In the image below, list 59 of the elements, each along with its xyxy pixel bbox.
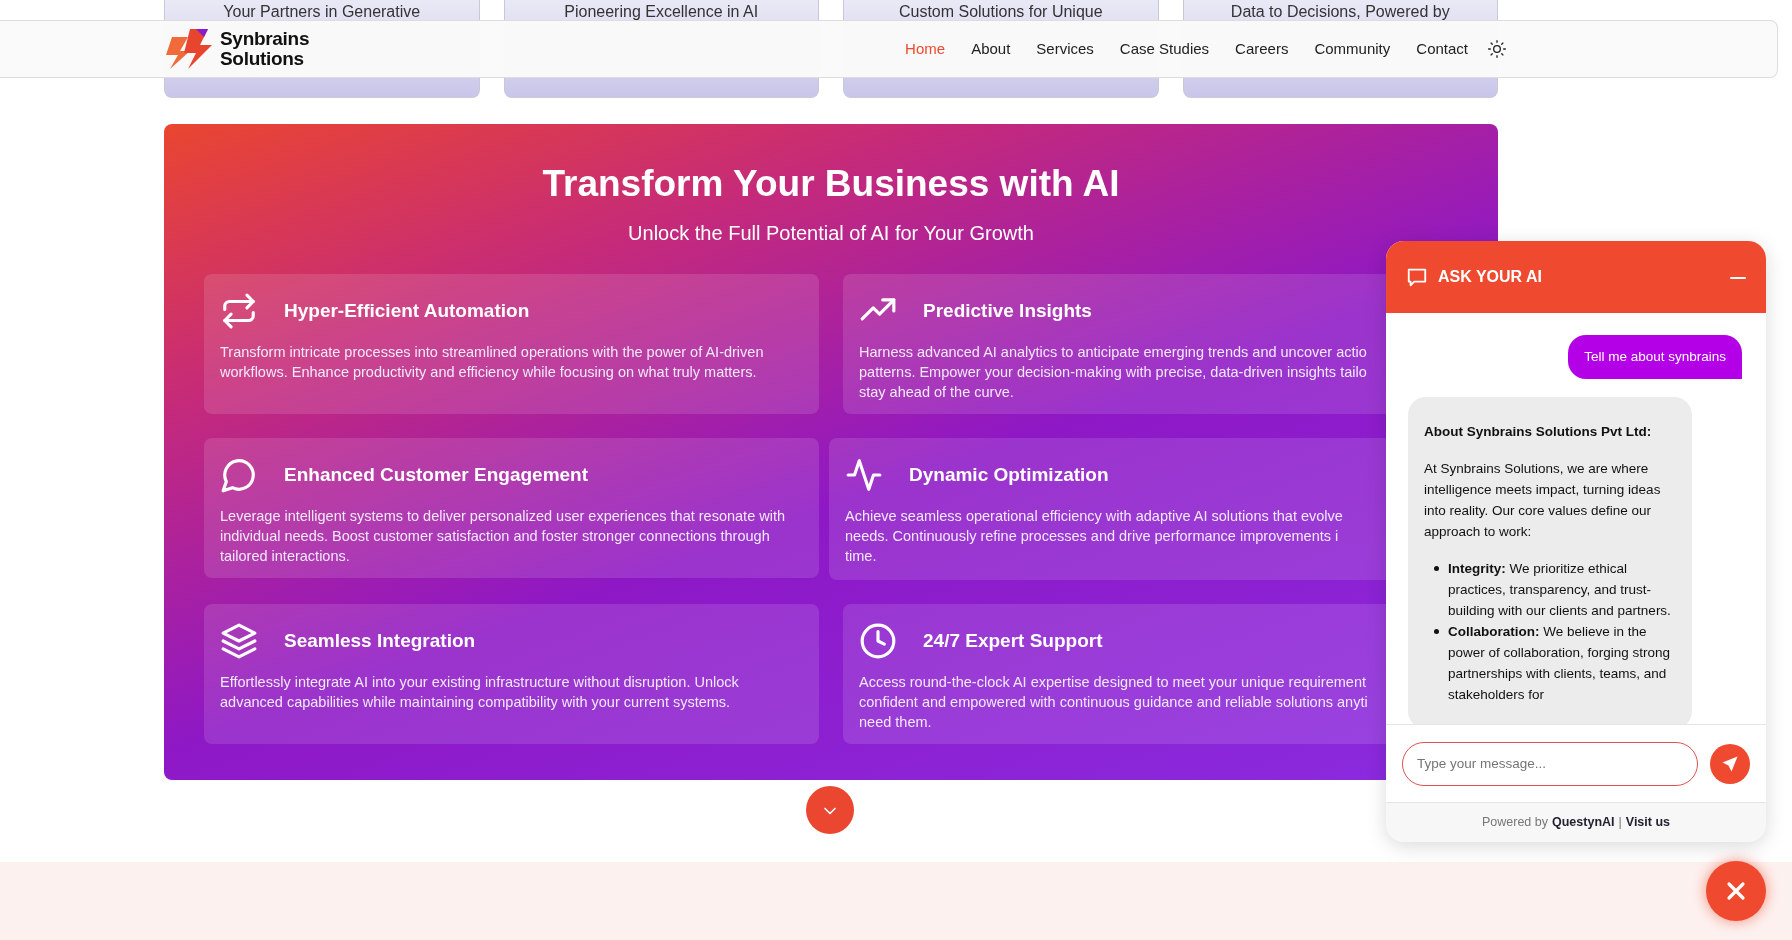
footer-link[interactable]: Visit us <box>1625 813 1670 832</box>
send-button[interactable] <box>1710 743 1750 784</box>
footer-text: Powered by <box>1482 814 1548 832</box>
card-title: Custom Solutions for Unique <box>898 3 1103 20</box>
feature-description: individual needs. Boost customer satisfaction and foster stronger connections through <box>220 527 770 547</box>
bullet-icon <box>1434 566 1439 572</box>
nav-link[interactable]: Contact <box>1403 37 1481 61</box>
footer-link[interactable]: QuestynAI <box>1552 813 1615 832</box>
feature-description: advanced capabilities while maintaining compatibility with your current systems. <box>220 693 731 713</box>
feature-description: confident and empowered with continuous guidance and reliable solutions anyti <box>859 693 1368 713</box>
card-title: Pioneering Excellence in AI <box>564 3 759 20</box>
repeat-arrows-icon <box>220 292 258 331</box>
feature-title: Predictive Insights <box>923 299 1092 324</box>
feature-title: Seamless Integration <box>284 629 476 654</box>
send-icon <box>1721 754 1739 773</box>
brand-name[interactable]: Synbrains Solutions <box>220 29 310 69</box>
feature-description: Harness advanced AI analytics to anticipate emerging trends and uncover actio <box>859 343 1367 363</box>
bullet-icon <box>1434 629 1439 635</box>
theme-toggle-icon[interactable] <box>1487 39 1507 59</box>
card-title: Data to Decisions, Powered by <box>1230 3 1450 20</box>
feature-description: stay ahead of the curve. <box>859 383 1014 403</box>
feature-description: need them. <box>859 713 932 733</box>
feature-description: Transform intricate processes into streamlined operations with the power of AI-driven <box>220 343 764 363</box>
feature-title: Hyper-Efficient Automation <box>284 299 530 324</box>
feature-description: workflows. Enhance productivity and efficiency while focusing on what truly matters. <box>220 363 757 383</box>
feature-description: time. <box>845 547 877 567</box>
message-paragraph: At Synbrains Solutions, we are where intelligence meets impact, turning ideas into reality. Our core values define our approach to work: <box>1424 460 1662 542</box>
message-heading: About Synbrains Solutions Pvt Ltd: <box>1424 423 1653 442</box>
hero-subtitle: Unlock the Full Potential of AI for Your Growth <box>627 221 1035 247</box>
nav-link[interactable]: About <box>958 37 1024 61</box>
message-input[interactable]: Type your message... <box>1402 741 1698 786</box>
nav-link[interactable]: Services <box>1023 37 1107 61</box>
feature-description: patterns. Empower your decision-making with precise, data-driven insights tailo <box>859 363 1367 383</box>
user-message: Tell me about synbrains <box>1568 335 1742 380</box>
minus-icon <box>1730 276 1746 279</box>
feature-title: Enhanced Customer Engagement <box>284 463 589 488</box>
feature-title: Dynamic Optimization <box>909 463 1109 488</box>
chat-title: ASK YOUR AI <box>1438 267 1542 287</box>
nav-link[interactable]: Community <box>1301 37 1404 61</box>
hero-title: Transform Your Business with AI <box>541 162 1121 206</box>
feature-description: tailored interactions. <box>220 547 350 567</box>
feature-description: Access round-the-clock AI expertise designed to meet your unique requirement <box>859 673 1366 693</box>
layers-icon <box>220 622 258 661</box>
scroll-down-button[interactable] <box>806 786 854 834</box>
message-list-item: Collaboration: We believe in the power of collaboration, forging strong partnerships with clients, teams, and stakeholders for <box>1448 623 1672 705</box>
nav-link[interactable]: Case Studies <box>1106 37 1223 61</box>
footer-separator: | <box>1618 814 1622 832</box>
card-title: Your Partners in Generative <box>223 3 421 20</box>
nav-link[interactable]: Careers <box>1222 37 1302 61</box>
nav-link[interactable]: Home <box>892 37 959 61</box>
message-icon <box>1406 266 1428 288</box>
feature-description: Effortlessly integrate AI into your existing infrastructure without disruption. Unlock <box>220 673 739 693</box>
chat-bubble-icon <box>220 456 258 495</box>
message-list-item: Integrity: We prioritize ethical practices, transparency, and trust-building with our clients and partners. <box>1448 560 1672 621</box>
feature-description: Achieve seamless operational efficiency with adaptive AI solutions that evolve <box>845 507 1343 527</box>
feature-description: needs. Continuously refine processes and drive performance improvements i <box>845 527 1339 547</box>
clock-icon <box>859 622 897 661</box>
feature-description: Leverage intelligent systems to deliver personalized user experiences that resonate with <box>220 507 785 527</box>
feature-title: 24/7 Expert Support <box>923 629 1103 654</box>
